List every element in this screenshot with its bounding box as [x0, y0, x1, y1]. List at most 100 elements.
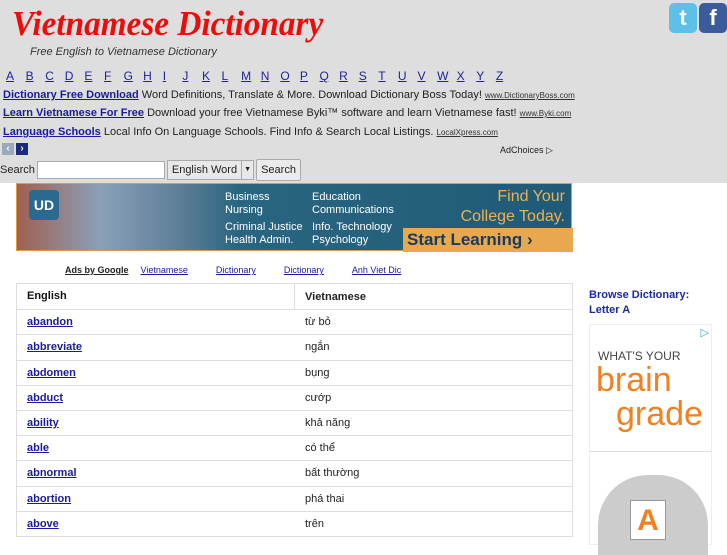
letter-link-w[interactable]: W [437, 69, 457, 83]
text-ad-url[interactable]: LocalXpress.com [437, 128, 498, 137]
ads-by-google[interactable]: Ads by Google [65, 265, 129, 275]
text-ad-url[interactable]: www.DictionaryBoss.com [485, 91, 575, 100]
search-input[interactable] [36, 161, 165, 179]
letter-link-a[interactable]: A [6, 69, 26, 83]
ad-link[interactable]: Vietnamese [141, 265, 188, 275]
letter-link-v[interactable]: V [417, 69, 437, 83]
banner-category: Communications [312, 204, 394, 216]
letter-link-u[interactable]: U [398, 69, 418, 83]
text-ad-desc: Download your free Vietnamese Byki™ soft… [147, 107, 517, 119]
site-logo-title[interactable]: Vietnamese Dictionary [12, 4, 323, 44]
ad-info-icon[interactable]: ▷ [701, 326, 709, 339]
text-ad: Learn Vietnamese For Free Download your … [3, 107, 571, 119]
letter-link-n[interactable]: N [261, 69, 281, 83]
browse-letter: Letter A [589, 304, 631, 316]
letter-link-t[interactable]: T [378, 69, 398, 83]
side-ad-line2: brain [596, 361, 672, 399]
table-row: ability khả năng [17, 409, 572, 435]
letter-link-r[interactable]: R [339, 69, 359, 83]
letter-link-h[interactable]: H [143, 69, 163, 83]
english-word-link[interactable]: abdomen [27, 367, 76, 379]
english-word-link[interactable]: abduct [27, 392, 63, 404]
vietnamese-translation: có thể [305, 442, 335, 455]
letter-link-c[interactable]: C [45, 69, 65, 83]
search-label: Search [0, 164, 35, 176]
banner-category: Business [225, 191, 270, 203]
banner-cta[interactable]: Start Learning › [403, 228, 573, 252]
vietnamese-translation: cướp [305, 391, 332, 404]
vietnamese-translation: phá thai [305, 492, 345, 505]
search-type-select[interactable]: English Word ▼ [166, 160, 255, 180]
side-ad[interactable]: ▷ WHAT'S YOUR brain grade A [589, 324, 712, 555]
letter-link-g[interactable]: G [124, 69, 144, 83]
banner-ad[interactable]: UD Business Nursing Criminal Justice Health… [16, 183, 573, 252]
vietnamese-translation: khả năng [305, 417, 351, 430]
text-ad: Dictionary Free Download Word Definition… [3, 89, 575, 101]
letter-link-d[interactable]: D [65, 69, 85, 83]
table-row: abortion phá thai [17, 485, 572, 511]
vietnamese-translation: bụng [305, 366, 330, 379]
letter-link-b[interactable]: B [26, 69, 46, 83]
ad-link[interactable]: Dictionary [216, 265, 256, 275]
text-ad-link[interactable]: Learn Vietnamese For Free [3, 107, 144, 119]
search-form: Search English Word ▼ Search [0, 159, 301, 181]
text-ad-link[interactable]: Language Schools [3, 126, 101, 138]
search-button[interactable]: Search [256, 159, 301, 181]
table-row: abbreviate ngắn [17, 334, 572, 359]
text-ad-link[interactable]: Dictionary Free Download [3, 89, 139, 101]
chevron-down-icon: ▼ [241, 161, 253, 179]
next-arrow-icon[interactable]: › [16, 143, 28, 155]
dictionary-table: English Vietnamese abandon từ bỏ abbreviat… [16, 283, 573, 537]
browse-heading: Browse Dictionary: Letter A [589, 288, 689, 318]
letter-link-x[interactable]: X [457, 69, 477, 83]
english-word-link[interactable]: above [27, 518, 59, 530]
english-word-link[interactable]: abbreviate [27, 341, 82, 353]
english-word-link[interactable]: abnormal [27, 467, 77, 479]
text-ad-desc: Local Info On Language Schools. Find Inf… [103, 126, 434, 138]
adchoices-label: AdChoices [500, 145, 544, 155]
table-row: abandon từ bỏ [17, 309, 572, 334]
ad-link[interactable]: Anh Viet Dic [352, 265, 401, 275]
twitter-icon[interactable]: t [669, 3, 697, 33]
letter-link-y[interactable]: Y [476, 69, 496, 83]
side-ad-brain: brain grade [596, 363, 703, 431]
banner-category: Psychology [312, 234, 369, 246]
site-subtitle: Free English to Vietnamese Dictionary [30, 46, 217, 58]
letter-link-o[interactable]: O [280, 69, 300, 83]
vietnamese-translation: trên [305, 517, 324, 530]
grade-badge: A [630, 500, 666, 540]
letter-link-q[interactable]: Q [320, 69, 340, 83]
english-word-link[interactable]: abandon [27, 316, 73, 328]
ad-link[interactable]: Dictionary [284, 265, 324, 275]
text-ad-url[interactable]: www.Byki.com [520, 109, 572, 118]
prev-arrow-icon[interactable]: ‹ [2, 143, 14, 155]
text-ad-desc: Word Definitions, Translate & More. Down… [141, 89, 482, 101]
vietnamese-translation: bất thường [305, 467, 360, 480]
letter-link-i[interactable]: I [163, 69, 183, 83]
english-word-link[interactable]: ability [27, 417, 59, 429]
letter-link-j[interactable]: J [182, 69, 202, 83]
letter-nav: ABCDEFGHIJKLMNOPQRSTUVWXYZ [6, 69, 515, 83]
adchoices-link[interactable]: AdChoices ▷ [500, 145, 553, 156]
letter-link-m[interactable]: M [241, 69, 261, 83]
letter-link-z[interactable]: Z [496, 69, 516, 83]
letter-link-e[interactable]: E [84, 69, 104, 83]
facebook-icon[interactable]: f [699, 3, 727, 33]
table-row: abnormal bất thường [17, 460, 572, 485]
header-english: English [17, 284, 295, 310]
vietnamese-translation: ngắn [305, 341, 330, 354]
english-word-link[interactable]: able [27, 442, 49, 454]
banner-logo: UD [29, 190, 59, 220]
letter-link-s[interactable]: S [359, 69, 379, 83]
table-row: abduct cướp [17, 384, 572, 410]
banner-category: Education [312, 191, 361, 203]
english-word-link[interactable]: abortion [27, 493, 71, 505]
table-row: above trên [17, 510, 572, 536]
select-value: English Word [171, 164, 238, 176]
table-row: able có thể [17, 435, 572, 460]
letter-link-p[interactable]: P [300, 69, 320, 83]
letter-link-f[interactable]: F [104, 69, 124, 83]
header-vietnamese: Vietnamese [305, 290, 366, 303]
letter-link-l[interactable]: L [222, 69, 242, 83]
letter-link-k[interactable]: K [202, 69, 222, 83]
